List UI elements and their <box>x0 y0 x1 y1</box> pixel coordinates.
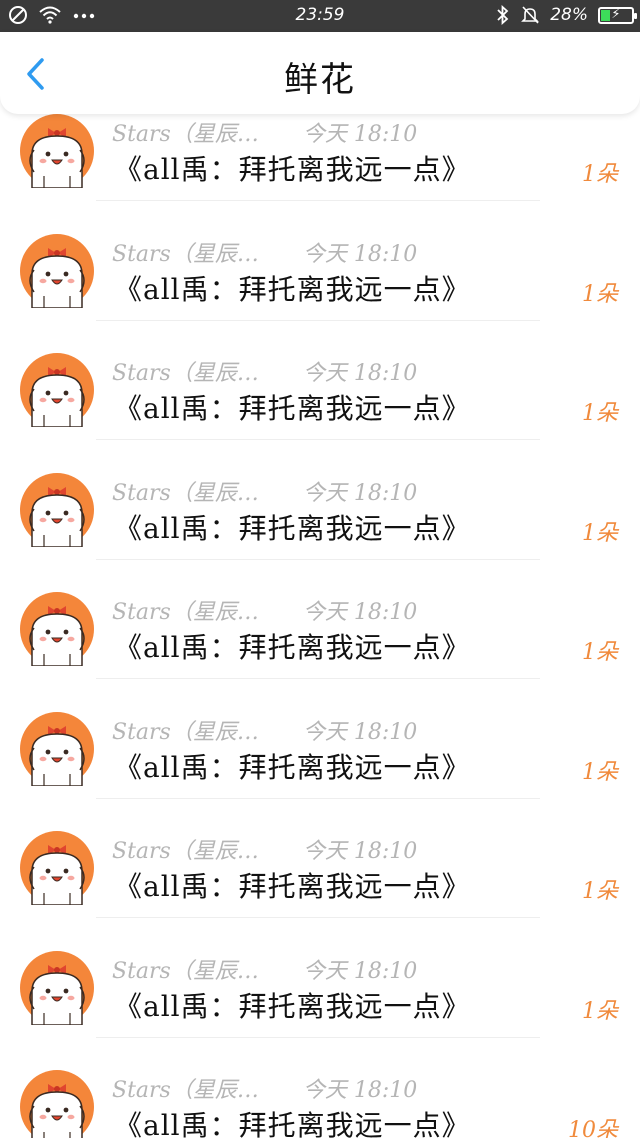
avatar[interactable] <box>20 114 94 188</box>
book-title: 《all禹：拜托离我远一点》 <box>114 511 471 545</box>
item-meta: Stars（星辰… 今天 18:10 <box>112 953 417 985</box>
flower-count: 1朵 <box>582 879 618 904</box>
send-time: 今天 18:10 <box>302 600 418 625</box>
flower-count: 1朵 <box>582 998 618 1024</box>
avatar[interactable] <box>20 711 94 786</box>
flower-count: 10朵 <box>568 1118 618 1138</box>
page-title: 鲜花 <box>284 60 356 100</box>
list-item[interactable]: Stars（星辰… 今天 18:10 《all禹：拜托离我远一点》 1朵 <box>0 114 640 234</box>
row-divider <box>96 319 540 321</box>
list-item[interactable]: Stars（星辰… 今天 18:10 《all禹：拜托离我远一点》 10朵 <box>0 1070 640 1138</box>
item-meta: Stars（星辰… 今天 18:10 <box>112 833 417 865</box>
send-time: 今天 18:10 <box>302 719 418 745</box>
book-title: 《all禹：拜托离我远一点》 <box>114 989 471 1023</box>
send-time: 今天 18:10 <box>302 122 418 147</box>
avatar[interactable] <box>20 831 94 905</box>
row-divider <box>96 558 540 560</box>
sender-name: Stars（星辰… <box>112 839 259 864</box>
item-meta: Stars（星辰… 今天 18:10 <box>112 1072 417 1104</box>
list-item[interactable]: Stars（星辰… 今天 18:10 《all禹：拜托离我远一点》 1朵 <box>0 353 640 473</box>
send-time: 今天 18:10 <box>302 241 418 267</box>
flower-count: 1朵 <box>582 640 618 665</box>
sender-name: Stars（星辰… <box>112 1078 259 1103</box>
row-divider <box>96 1036 540 1038</box>
list-item[interactable]: Stars（星辰… 今天 18:10 《all禹：拜托离我远一点》 1朵 <box>0 711 640 832</box>
list-item[interactable]: Stars（星辰… 今天 18:10 《all禹：拜托离我远一点》 1朵 <box>0 831 640 951</box>
book-title: 《all禹：拜托离我远一点》 <box>114 870 471 903</box>
book-title: 《all禹：拜托离我远一点》 <box>114 153 471 186</box>
send-time: 今天 18:10 <box>302 958 418 984</box>
sender-name: Stars（星辰… <box>112 719 259 745</box>
row-divider <box>96 678 540 679</box>
avatar[interactable] <box>20 233 94 308</box>
avatar[interactable] <box>20 950 94 1025</box>
avatar[interactable] <box>20 1070 94 1138</box>
flower-count: 1朵 <box>582 281 618 307</box>
avatar[interactable] <box>20 592 94 666</box>
sender-name: Stars（星辰… <box>112 361 259 386</box>
sender-name: Stars（星辰… <box>112 480 259 506</box>
flower-record-list: Stars（星辰… 今天 18:10 《all禹：拜托离我远一点》 1朵 Sta… <box>0 0 640 1138</box>
item-meta: Stars（星辰… 今天 18:10 <box>112 594 417 626</box>
row-divider <box>96 439 540 440</box>
row-divider <box>96 917 540 918</box>
sender-name: Stars（星辰… <box>112 600 259 625</box>
item-meta: Stars（星辰… 今天 18:10 <box>112 714 417 746</box>
book-title: 《all禹：拜托离我远一点》 <box>114 1109 471 1138</box>
flower-count: 1朵 <box>582 759 618 785</box>
send-time: 今天 18:10 <box>302 361 418 386</box>
list-item[interactable]: Stars（星辰… 今天 18:10 《all禹：拜托离我远一点》 1朵 <box>0 950 640 1071</box>
send-time: 今天 18:10 <box>302 839 418 864</box>
row-divider <box>96 200 540 201</box>
avatar[interactable] <box>20 353 94 427</box>
book-title: 《all禹：拜托离我远一点》 <box>114 750 471 784</box>
flower-count: 1朵 <box>582 162 618 187</box>
send-time: 今天 18:10 <box>302 480 418 506</box>
row-divider <box>96 797 540 799</box>
sender-name: Stars（星辰… <box>112 241 259 267</box>
sender-name: Stars（星辰… <box>112 122 259 147</box>
sender-name: Stars（星辰… <box>112 958 259 984</box>
book-title: 《all禹：拜托离我远一点》 <box>114 392 471 425</box>
list-item[interactable]: Stars（星辰… 今天 18:10 《all禹：拜托离我远一点》 1朵 <box>0 592 640 712</box>
top-nav-bar: 鲜花 <box>0 32 640 114</box>
book-title: 《all禹：拜托离我远一点》 <box>114 272 471 306</box>
list-item[interactable]: Stars（星辰… 今天 18:10 《all禹：拜托离我远一点》 1朵 <box>0 233 640 354</box>
flower-count: 1朵 <box>582 401 618 426</box>
book-title: 《all禹：拜托离我远一点》 <box>114 631 471 664</box>
avatar[interactable] <box>20 472 94 547</box>
flower-count: 1朵 <box>582 520 618 546</box>
item-meta: Stars（星辰… 今天 18:10 <box>112 116 417 148</box>
item-meta: Stars（星辰… 今天 18:10 <box>112 475 417 507</box>
send-time: 今天 18:10 <box>302 1078 418 1103</box>
item-meta: Stars（星辰… 今天 18:10 <box>112 236 417 268</box>
item-meta: Stars（星辰… 今天 18:10 <box>112 355 417 387</box>
list-item[interactable]: Stars（星辰… 今天 18:10 《all禹：拜托离我远一点》 1朵 <box>0 472 640 593</box>
